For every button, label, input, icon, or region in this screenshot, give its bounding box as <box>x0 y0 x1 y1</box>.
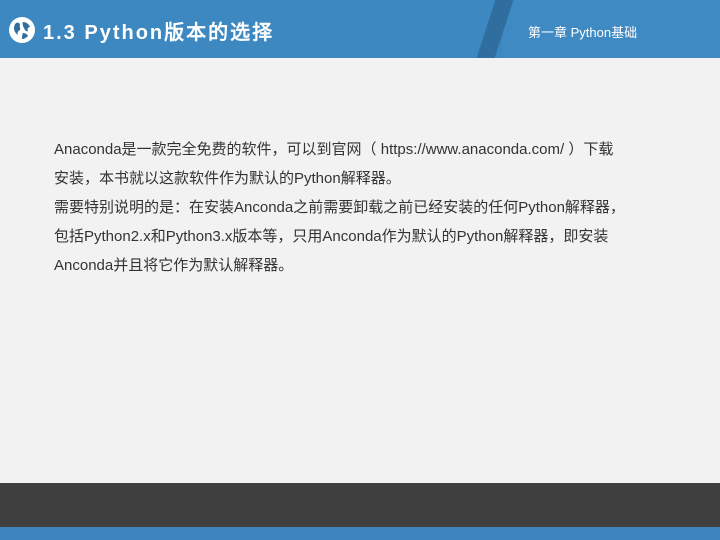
globe-icon <box>9 17 35 43</box>
section-title: 1.3 Python版本的选择 <box>43 22 275 44</box>
paragraph-line: 需要特别说明的是：在安装Anconda之前需要卸载之前已经安装的任何Python… <box>54 199 625 216</box>
body-text: Anaconda是一款完全免费的软件，可以到官网（ https://www.an… <box>54 135 684 280</box>
header-bar: 1.3 Python版本的选择 第一章 Python基础 <box>0 0 720 58</box>
paragraph-line: 安装，本书就以这款软件作为默认的Python解释器。 <box>54 170 401 187</box>
paragraph-line: Anaconda是一款完全免费的软件，可以到官网（ https://www.an… <box>54 141 614 158</box>
footer-bar <box>0 483 720 527</box>
slide: 1.3 Python版本的选择 第一章 Python基础 Anaconda是一款… <box>0 0 720 540</box>
paragraph-line: Anconda并且将它作为默认解释器。 <box>54 257 294 274</box>
footer-accent-strip <box>0 527 720 540</box>
paragraph-line: 包括Python2.x和Python3.x版本等，只用Anconda作为默认的P… <box>54 228 609 245</box>
chapter-label: 第一章 Python基础 <box>528 25 638 40</box>
